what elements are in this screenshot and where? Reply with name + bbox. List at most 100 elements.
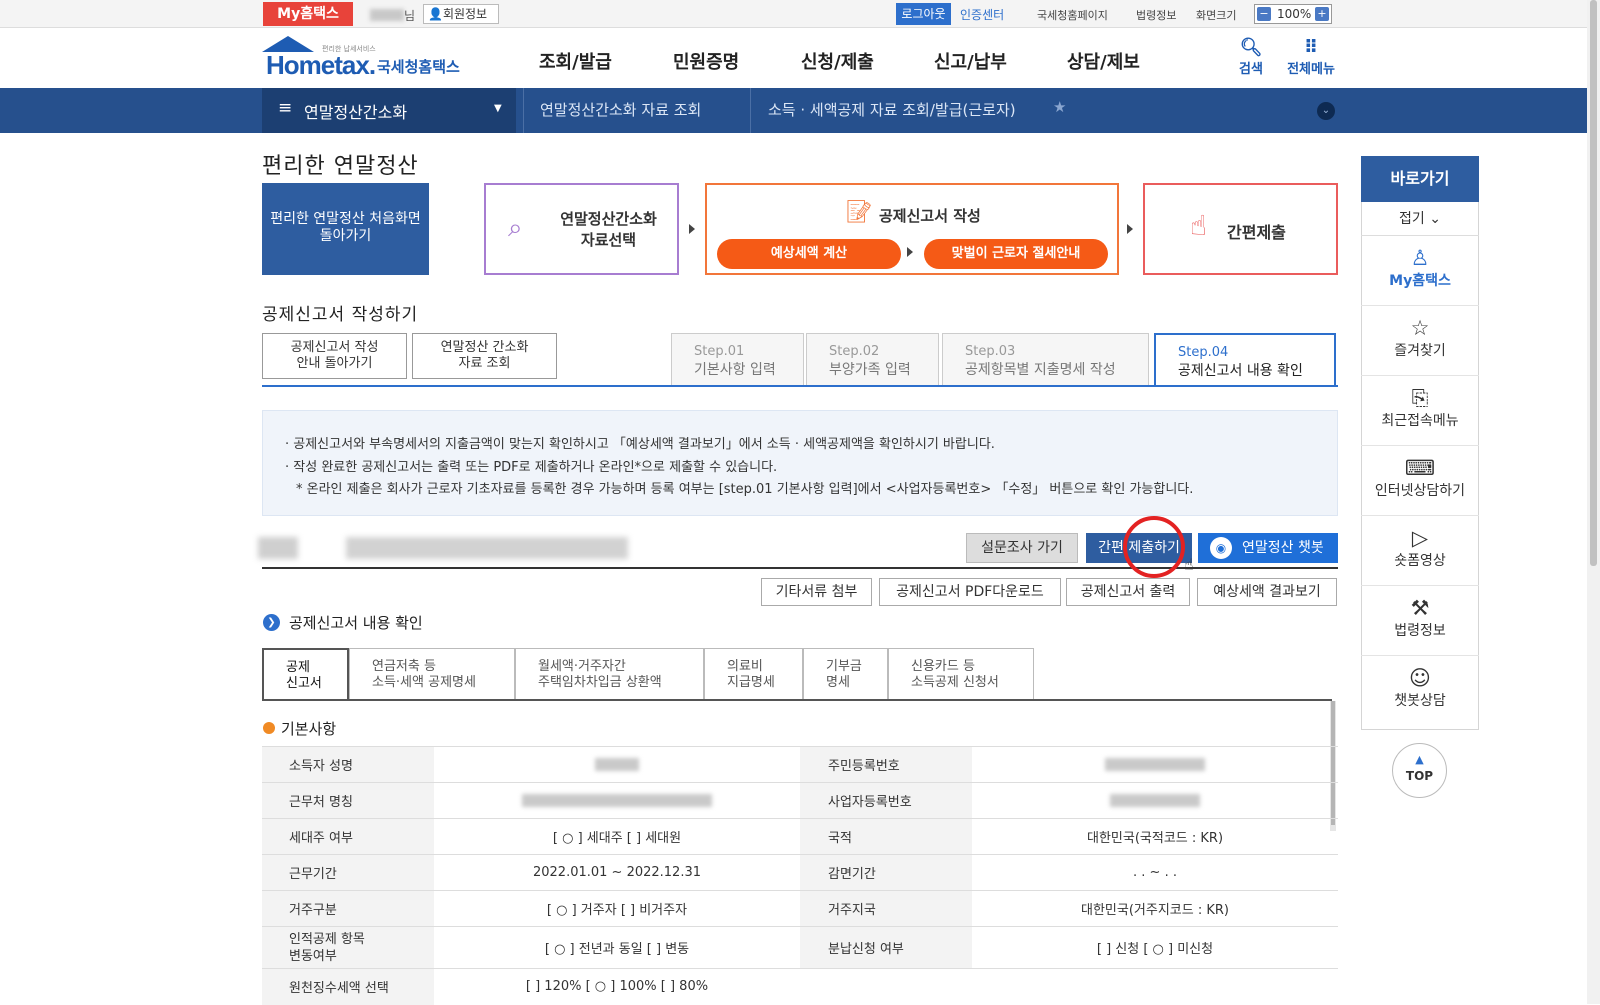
change-label: 인적공제 항목 변동여부 bbox=[262, 926, 434, 969]
hamburger-icon: ≡ bbox=[278, 98, 293, 118]
tab-pension[interactable]: 연금저축 등 소득·세액 공제명세 bbox=[349, 648, 515, 700]
chatbot-button[interactable]: ◉ 연말정산 챗봇 bbox=[1198, 533, 1338, 563]
tab-line: 주택임차차입금 상환액 bbox=[538, 675, 662, 690]
simplified-data-lookup-button[interactable]: 연말정산 간소화 자료 조회 bbox=[412, 333, 557, 379]
residence-value: [ ○ ] 거주자 [ ] 비거주자 bbox=[434, 890, 800, 927]
tab-step-04[interactable]: Step.04 공제신고서 내용 확인 bbox=[1154, 333, 1336, 387]
cert-center-link[interactable]: 인증센터 bbox=[960, 6, 1004, 23]
name-value bbox=[434, 746, 800, 783]
chevron-right-icon: ❯ bbox=[263, 614, 280, 631]
label-line: 인적공제 항목 bbox=[289, 931, 365, 947]
grid-icon: ⠿ bbox=[1303, 37, 1319, 58]
scroll-top-button[interactable]: ▲ TOP bbox=[1392, 743, 1447, 798]
gnb-apply[interactable]: 신청/제출 bbox=[801, 48, 874, 74]
quick-item-label: 즐겨찾기 bbox=[1394, 343, 1446, 359]
dual-income-tips-button[interactable]: 맞벌이 근로자 절세안내 bbox=[924, 239, 1108, 269]
tab-credit-card[interactable]: 신용카드 등 소득공제 신청서 bbox=[888, 648, 1034, 700]
breadcrumb-2[interactable]: 소득 · 세액공제 자료 조회/발급(근로자) bbox=[768, 99, 1016, 120]
quick-shortform-video[interactable]: ▷ 숏폼영상 bbox=[1361, 516, 1479, 586]
notice-line-1: · 공제신고서와 부속명세서의 지출금액이 맞는지 확인하시고 「예상세액 결과… bbox=[285, 437, 995, 452]
screen-size-label: 화면크기 bbox=[1196, 9, 1237, 22]
region-label: 거주지국 bbox=[800, 890, 972, 927]
sub-button-line: 연말정산 간소화 bbox=[440, 340, 529, 355]
tab-deduction-form[interactable]: 공제 신고서 bbox=[262, 648, 349, 700]
home-line-1: 편리한 연말정산 처음화면 bbox=[270, 211, 421, 227]
tab-medical[interactable]: 의료비 지급명세 bbox=[704, 648, 803, 700]
gnb-consult[interactable]: 상담/제보 bbox=[1067, 48, 1140, 74]
name-label: 소득자 성명 bbox=[262, 746, 434, 783]
tab-line: 기부금 bbox=[826, 659, 862, 674]
quick-law-info[interactable]: ⚒ 법령정보 bbox=[1361, 586, 1479, 656]
zoom-control: − 100% + bbox=[1254, 4, 1332, 24]
estimate-tax-button[interactable]: 예상세액 계산 bbox=[717, 239, 901, 269]
gnb-report[interactable]: 신고/납부 bbox=[934, 48, 1007, 74]
back-to-guide-button[interactable]: 공제신고서 작성 안내 돌아가기 bbox=[262, 333, 407, 379]
region-value: 대한민국(거주지코드 : KR) bbox=[972, 890, 1338, 927]
hometax-logo[interactable]: 편리한 납세서비스 Hometax. 국세청홈택스 bbox=[262, 36, 472, 82]
tab-line: 연금저축 등 bbox=[372, 659, 436, 674]
survey-button[interactable]: 설문조사 가기 bbox=[966, 533, 1078, 563]
person-icon: ♙ bbox=[1410, 246, 1430, 270]
tab-line: 월세액·거주자간 bbox=[538, 659, 626, 674]
rrn-value bbox=[972, 746, 1338, 783]
sub-button-line: 공제신고서 작성 bbox=[290, 340, 379, 355]
quick-chatbot[interactable]: ☺ 챗봇상담 bbox=[1361, 656, 1479, 726]
page-title: 편리한 연말정산 bbox=[262, 154, 419, 179]
quick-my-hometax[interactable]: ♙ My홈택스 bbox=[1361, 236, 1479, 306]
tab-donation[interactable]: 기부금 명세 bbox=[803, 648, 888, 700]
estimate-result-button[interactable]: 예상세액 결과보기 bbox=[1197, 578, 1337, 606]
logout-button[interactable]: 로그아웃 bbox=[896, 3, 951, 25]
gnb-lookup[interactable]: 조회/발급 bbox=[539, 48, 612, 74]
search-button[interactable]: 🔍︎ 검색 bbox=[1226, 38, 1276, 78]
all-menu-button[interactable]: ⠿ 전체메뉴 bbox=[1286, 37, 1336, 78]
quick-online-consult[interactable]: ⌨ 인터넷상담하기 bbox=[1361, 446, 1479, 516]
nav-divider bbox=[750, 88, 751, 133]
period-label: 근무기간 bbox=[262, 854, 434, 891]
change-value: [ ○ ] 전년과 동일 [ ] 변동 bbox=[434, 926, 800, 969]
my-hometax-logo[interactable]: My홈택스 bbox=[263, 2, 353, 26]
fold-button[interactable]: 접기 ⌄ bbox=[1361, 202, 1479, 236]
attach-docs-button[interactable]: 기타서류 첨부 bbox=[761, 578, 872, 606]
favorite-star-icon[interactable]: ★ bbox=[1053, 98, 1066, 116]
withholding-value: [ ] 120% [ ○ ] 100% [ ] 80% bbox=[434, 968, 800, 1005]
chevron-down-icon[interactable]: ⌄ bbox=[1317, 102, 1335, 120]
top-label: TOP bbox=[1405, 769, 1434, 783]
print-form-button[interactable]: 공제신고서 출력 bbox=[1066, 578, 1190, 606]
recent-icon: ⎘ bbox=[1411, 386, 1429, 410]
blurred-value bbox=[1105, 758, 1205, 771]
tab-rent[interactable]: 월세액·거주자간 주택임차차입금 상환액 bbox=[515, 648, 704, 700]
empty-cell bbox=[800, 968, 972, 1005]
utility-bar bbox=[0, 0, 1600, 28]
tab-line: 공제 bbox=[286, 660, 310, 675]
yearend-home-button[interactable]: 편리한 연말정산 처음화면 돌아가기 bbox=[262, 183, 429, 275]
quick-recent-menu[interactable]: ⎘ 최근접속메뉴 bbox=[1361, 376, 1479, 446]
quick-favorites[interactable]: ☆ 즐겨찾기 bbox=[1361, 306, 1479, 376]
section-title: 공제신고서 작성하기 bbox=[262, 305, 419, 325]
header bbox=[0, 28, 1600, 88]
quick-item-label: 인터넷상담하기 bbox=[1374, 483, 1466, 499]
zoom-in-button[interactable]: + bbox=[1315, 7, 1329, 21]
step-number: Step.01 bbox=[694, 344, 745, 359]
sub-button-line: 자료 조회 bbox=[458, 356, 511, 371]
rrn-label: 주민등록번호 bbox=[800, 746, 972, 783]
household-value: [ ○ ] 세대주 [ ] 세대원 bbox=[434, 818, 800, 855]
installment-label: 분납신청 여부 bbox=[800, 926, 972, 969]
data-select-step[interactable]: ⌕ 연말정산간소화 자료선택 bbox=[484, 183, 679, 275]
empty-cell bbox=[972, 968, 1338, 1005]
page-scroll-thumb[interactable] bbox=[1590, 0, 1597, 566]
quick-item-label: 법령정보 bbox=[1394, 623, 1446, 639]
breadcrumb-1[interactable]: 연말정산간소화 자료 조회 bbox=[540, 99, 701, 120]
nts-homepage-link[interactable]: 국세청홈페이지 bbox=[1037, 7, 1108, 23]
tab-step-03[interactable]: Step.03 공제항목별 지출명세 작성 bbox=[942, 333, 1149, 385]
tab-step-02[interactable]: Step.02 부양가족 입력 bbox=[806, 333, 939, 385]
law-info-link[interactable]: 법령정보 bbox=[1136, 7, 1176, 23]
gnb-certificate[interactable]: 민원증명 bbox=[673, 48, 739, 74]
simple-submit-step[interactable]: ☝ 간편제출 bbox=[1143, 183, 1338, 275]
tab-step-01[interactable]: Step.01 기본사항 입력 bbox=[671, 333, 804, 385]
step-number: Step.03 bbox=[965, 344, 1016, 359]
pdf-download-button[interactable]: 공제신고서 PDF다운로드 bbox=[879, 578, 1061, 606]
nav-main-menu[interactable]: ≡ 연말정산간소화 ▼ bbox=[262, 88, 516, 133]
member-info-button[interactable]: 👤회원정보 bbox=[423, 4, 499, 24]
quick-item-label: My홈택스 bbox=[1389, 273, 1451, 289]
zoom-out-button[interactable]: − bbox=[1257, 7, 1271, 21]
